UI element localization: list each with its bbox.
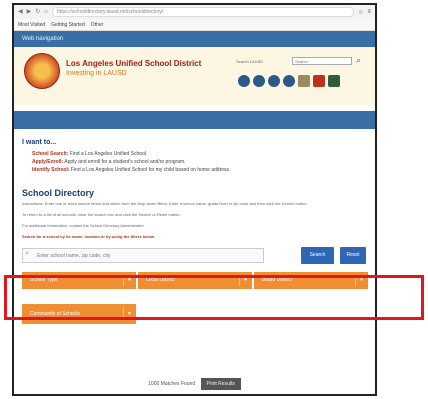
chevron-down-icon: ▼ xyxy=(359,277,364,283)
dropdown-divider xyxy=(123,275,124,286)
directory-search-row: ⌕ Search Reset xyxy=(14,244,375,270)
dropdown-label: School Type xyxy=(30,277,58,283)
app-icon[interactable] xyxy=(298,75,310,87)
news-icon[interactable] xyxy=(313,75,325,87)
iwant-item-lead[interactable]: Identify School: xyxy=(32,167,70,173)
chevron-down-icon: ▼ xyxy=(127,311,132,317)
site-search-input[interactable] xyxy=(292,57,352,65)
social-links xyxy=(238,75,340,87)
directory-reset-note: To return to a list of all schools, clea… xyxy=(22,212,181,217)
bookmark-most-visited[interactable]: Most Visited xyxy=(18,22,45,28)
home-icon[interactable]: ⌂ xyxy=(44,9,48,15)
directory-search-hint: Search for a school by its name, locatio… xyxy=(22,234,155,239)
site-search-label: Search LAUSD xyxy=(236,59,264,64)
browser-toolbar: ◀ ▶ ↻ ⌂ https://schooldirectory.lausd.ne… xyxy=(14,5,375,19)
local-district-dropdown[interactable]: Local District ▼ xyxy=(138,272,252,289)
chevron-down-icon: ▼ xyxy=(127,277,132,283)
back-icon[interactable]: ◀ xyxy=(18,9,23,15)
address-bar[interactable]: https://schooldirectory.lausd.net/school… xyxy=(51,7,355,17)
bookmark-other[interactable]: Other xyxy=(91,22,104,28)
results-count: 1000 Matches Found xyxy=(148,381,196,388)
dropdown-divider xyxy=(355,275,356,286)
district-name: Los Angeles Unified School District xyxy=(66,59,202,68)
search-icon: ⌕ xyxy=(25,250,29,257)
directory-instructions: Instructions: Enter one or more search t… xyxy=(22,201,308,206)
dropdown-label: Community of Schools xyxy=(30,311,81,317)
facebook-icon[interactable] xyxy=(238,75,250,87)
forward-icon[interactable]: ▶ xyxy=(27,9,32,15)
dropdown-label: Board District xyxy=(262,277,293,283)
iwant-item-identify-school[interactable]: Identify School: Find a Los Angeles Unif… xyxy=(32,166,375,174)
filter-row: School Type ▼ Local District ▼ Board Dis… xyxy=(14,270,375,294)
search-button[interactable]: Search xyxy=(301,247,334,264)
dropdown-divider xyxy=(123,307,124,318)
iwant-title: I want to... xyxy=(22,139,57,146)
translate-icon[interactable] xyxy=(328,75,340,87)
iwant-item-school-search[interactable]: School Search: Find a Los Angeles Unifie… xyxy=(32,150,375,158)
iwant-item-text: Find a Los Angeles Unified School for my… xyxy=(70,167,231,173)
iwant-item-apply-enroll[interactable]: Apply/Enroll: Apply and enroll for a stu… xyxy=(32,158,375,166)
chevron-down-icon: ▼ xyxy=(243,277,248,283)
dropdown-divider xyxy=(239,275,240,286)
dropdown-label: Local District xyxy=(146,277,175,283)
site-top-bar: Web navigation xyxy=(14,31,375,47)
bookmark-star-icon[interactable]: ☆ xyxy=(358,9,363,16)
iwant-item-lead[interactable]: School Search: xyxy=(32,151,68,157)
directory-contact-note: For additional information, contact the … xyxy=(22,223,145,228)
iwant-item-text: Apply and enroll for a student's school … xyxy=(64,159,186,165)
iwant-item-text: Find a Los Angeles Unified School. xyxy=(69,151,148,157)
district-tagline: Investing in LAUSD xyxy=(66,70,127,77)
iwant-item-lead[interactable]: Apply/Enroll: xyxy=(32,159,63,165)
nav-band xyxy=(14,111,375,129)
youtube-icon[interactable] xyxy=(268,75,280,87)
district-logo[interactable] xyxy=(24,53,60,89)
print-results-button[interactable]: Print Results xyxy=(200,378,241,390)
iwant-list: School Search: Find a Los Angeles Unifie… xyxy=(32,150,375,174)
reset-button[interactable]: Reset xyxy=(340,247,366,264)
twitter-icon[interactable] xyxy=(253,75,265,87)
school-type-dropdown[interactable]: School Type ▼ xyxy=(22,272,136,289)
bookmark-getting-started[interactable]: Getting Started xyxy=(51,22,85,28)
community-of-schools-dropdown[interactable]: Community of Schools ▼ xyxy=(22,304,136,324)
bookmarks-bar: Most Visited Getting Started Other xyxy=(14,19,375,31)
directory-title: School Directory xyxy=(22,188,95,198)
refresh-icon[interactable]: ↻ xyxy=(35,9,40,15)
results-footer: 1000 Matches Found Print Results xyxy=(14,378,375,394)
board-district-dropdown[interactable]: Board District ▼ xyxy=(254,272,368,289)
browser-window: ◀ ▶ ↻ ⌂ https://schooldirectory.lausd.ne… xyxy=(12,3,377,396)
site-header: Los Angeles Unified School District Inve… xyxy=(14,47,375,105)
instagram-icon[interactable] xyxy=(283,75,295,87)
filter-row-2: Community of Schools ▼ xyxy=(14,294,375,328)
menu-icon[interactable]: ≡ xyxy=(367,9,371,15)
search-icon[interactable]: ⌕ xyxy=(356,55,361,66)
school-search-input[interactable] xyxy=(22,248,264,263)
